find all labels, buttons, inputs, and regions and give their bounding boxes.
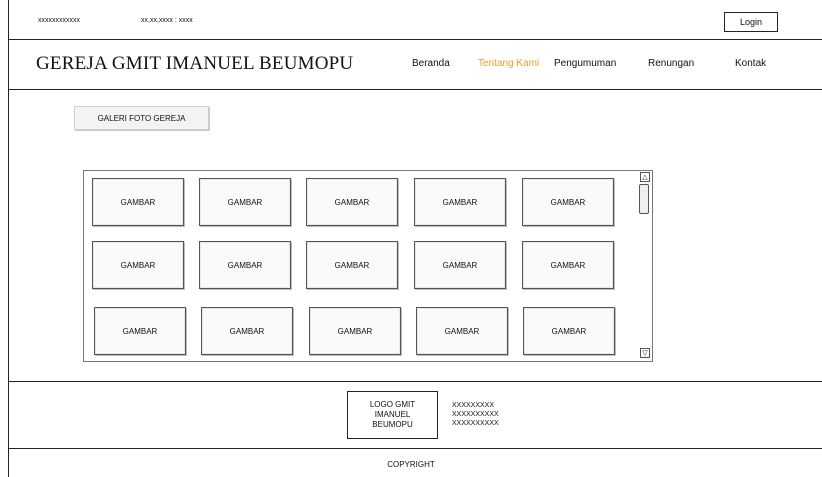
- footer-divider: [8, 381, 822, 382]
- gallery-thumbnail[interactable]: GAMBAR: [94, 307, 186, 355]
- gallery-thumbnail[interactable]: GAMBAR: [306, 178, 398, 226]
- nav-item-tentang-kami[interactable]: Tentang Kami: [478, 58, 539, 69]
- logo-line: IMANUEL: [374, 410, 411, 419]
- footer-info-line: XXXXXXXXXX: [452, 420, 499, 427]
- nav-item-renungan[interactable]: Renungan: [648, 58, 694, 69]
- gallery-thumbnail[interactable]: GAMBAR: [414, 178, 506, 226]
- copyright-text: COPYRIGHT: [387, 460, 435, 469]
- triangle-down-icon: ▽: [642, 349, 648, 357]
- gallery-thumbnail[interactable]: GAMBAR: [201, 307, 293, 355]
- footer-info: XXXXXXXXX XXXXXXXXXX XXXXXXXXXX: [452, 401, 499, 428]
- gallery-thumbnail[interactable]: GAMBAR: [523, 307, 615, 355]
- footer-logo: LOGO GMIT IMANUEL BEUMOPU: [347, 391, 438, 439]
- gallery-thumbnail[interactable]: GAMBAR: [416, 307, 508, 355]
- gallery-thumbnail[interactable]: GAMBAR: [199, 241, 291, 289]
- gallery-thumbnail[interactable]: GAMBAR: [522, 241, 614, 289]
- gallery-thumbnail[interactable]: GAMBAR: [92, 178, 184, 226]
- gallery-thumbnail[interactable]: GAMBAR: [522, 178, 614, 226]
- logo-line: LOGO GMIT: [369, 400, 416, 409]
- site-title: GEREJA GMIT IMANUEL BEUMOPU: [36, 53, 354, 74]
- footer-info-line: XXXXXXXXX: [452, 402, 495, 409]
- gallery-thumbnail[interactable]: GAMBAR: [92, 241, 184, 289]
- logo-line: BEUMOPU: [372, 420, 413, 429]
- gallery-button[interactable]: GALERI FOTO GEREJA: [74, 106, 209, 130]
- top-bar-text: xxxxxxxxxxxx: [38, 17, 80, 24]
- copyright-divider: [8, 448, 822, 449]
- gallery-thumbnail[interactable]: GAMBAR: [306, 241, 398, 289]
- top-bar: xxxxxxxxxxxx xx,xx,xxxx : xxxx: [8, 0, 822, 40]
- footer-info-line: XXXXXXXXXX: [452, 411, 499, 418]
- triangle-up-icon: △: [642, 173, 648, 181]
- scroll-up-button[interactable]: △: [640, 172, 650, 182]
- gallery-thumbnail[interactable]: GAMBAR: [309, 307, 401, 355]
- nav-item-beranda[interactable]: Beranda: [412, 58, 450, 69]
- date-time-text: xx,xx,xxxx : xxxx: [141, 17, 193, 24]
- nav-item-kontak[interactable]: Kontak: [735, 58, 766, 69]
- gallery-thumbnail[interactable]: GAMBAR: [414, 241, 506, 289]
- scrollbar-thumb[interactable]: [639, 184, 649, 214]
- nav-item-pengumuman[interactable]: Pengumuman: [554, 58, 616, 69]
- scroll-down-button[interactable]: ▽: [640, 348, 650, 358]
- gallery-thumbnail[interactable]: GAMBAR: [199, 178, 291, 226]
- login-button[interactable]: Login: [724, 12, 778, 32]
- navigation-bar: GEREJA GMIT IMANUEL BEUMOPU Beranda Tent…: [8, 40, 822, 90]
